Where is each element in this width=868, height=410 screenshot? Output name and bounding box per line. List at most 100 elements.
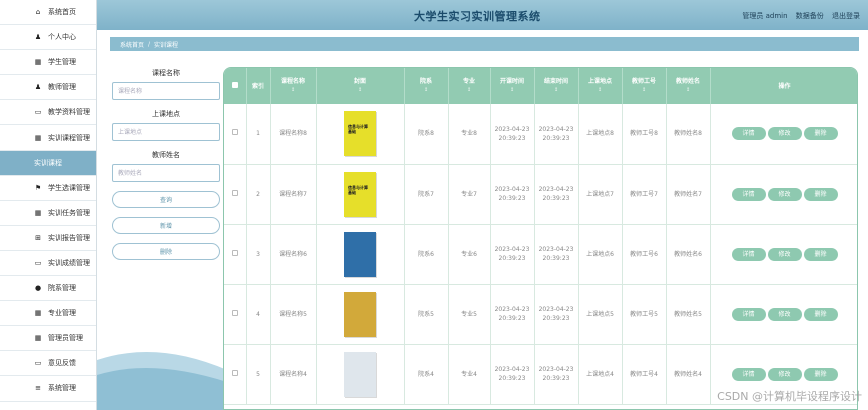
column-header[interactable]: 教师工号 ↕ bbox=[622, 68, 667, 104]
row-checkbox[interactable] bbox=[231, 189, 238, 196]
major: 专业6 bbox=[448, 224, 491, 285]
delete-button[interactable]: 删除 bbox=[803, 367, 838, 381]
row-select-cell bbox=[224, 104, 247, 165]
sidebar-item-14[interactable]: ▭ 意见反馈 bbox=[0, 351, 96, 377]
teacher-name: 教师姓名6 bbox=[666, 224, 711, 285]
delete-button[interactable]: 删除 bbox=[803, 307, 838, 321]
delete-button[interactable]: 删除 bbox=[803, 127, 838, 141]
edit-button[interactable]: 修改 bbox=[767, 247, 802, 261]
row-select-cell bbox=[224, 224, 247, 285]
grid-icon: ▦ bbox=[34, 58, 42, 67]
row-checkbox[interactable] bbox=[231, 369, 238, 376]
detail-button[interactable]: 详情 bbox=[731, 307, 766, 321]
sidebar-item-label: 系统管理 bbox=[48, 384, 76, 393]
course-table: 索引 课程名称 ↕ 封面 ↕ 院系 ↕ 专业 ↕ 开课时间 ↕ 结束时间 ↕ 上课地点 ↕ 教师工号 ↕ 教师姓名… bbox=[224, 68, 857, 405]
major: 专业7 bbox=[448, 164, 491, 225]
row-checkbox[interactable] bbox=[231, 249, 238, 256]
column-header[interactable]: 专业 ↕ bbox=[448, 68, 491, 104]
major: 专业5 bbox=[448, 284, 491, 345]
sidebar-item-11[interactable]: ● 院系管理 bbox=[0, 276, 96, 302]
breadcrumb-home[interactable]: 系统首页 bbox=[120, 40, 144, 49]
sidebar-item-10[interactable]: ▭ 实训成绩管理 bbox=[0, 251, 96, 277]
row-checkbox[interactable] bbox=[231, 129, 238, 136]
edit-button[interactable]: 修改 bbox=[767, 367, 802, 381]
end-time: 2023-04-23 20:39:23 bbox=[534, 344, 579, 405]
column-header[interactable]: 结束时间 ↕ bbox=[534, 68, 579, 104]
course-name-label: 课程名称 bbox=[152, 69, 180, 77]
edit-button[interactable]: 修改 bbox=[767, 307, 802, 321]
sidebar-item-5[interactable]: ▦ 实训课程管理 bbox=[0, 125, 96, 151]
sort-icon[interactable]: ↕ bbox=[535, 86, 578, 95]
query-button[interactable]: 查询 bbox=[112, 191, 220, 208]
actions-cell: 详情 修改 删除 bbox=[710, 224, 857, 285]
column-header-label: 封面 bbox=[353, 78, 366, 85]
sidebar-item-15[interactable]: ≡ 系统管理 bbox=[0, 376, 96, 402]
edit-button[interactable]: 修改 bbox=[767, 187, 802, 201]
row-checkbox[interactable] bbox=[231, 309, 238, 316]
sidebar-item-2[interactable]: ▦ 学生管理 bbox=[0, 50, 96, 76]
sidebar-item-label: 意见反馈 bbox=[48, 359, 76, 368]
sidebar-item-9[interactable]: ⊞ 实训报告管理 bbox=[0, 226, 96, 251]
sort-icon[interactable]: ↕ bbox=[579, 86, 622, 95]
sidebar-item-6[interactable]: 实训课程 bbox=[0, 150, 96, 176]
delete-button[interactable]: 删除 bbox=[803, 187, 838, 201]
column-header[interactable]: 院系 ↕ bbox=[404, 68, 449, 104]
batch-delete-button[interactable]: 删除 bbox=[112, 243, 220, 260]
teacher-id: 教师工号6 bbox=[622, 224, 667, 285]
course-name: 课程名称4 bbox=[270, 344, 317, 405]
grid-icon: ▦ bbox=[34, 334, 42, 343]
grid-icon: ▦ bbox=[34, 133, 42, 142]
major: 专业4 bbox=[448, 344, 491, 405]
row-index: 3 bbox=[246, 224, 271, 285]
sidebar-item-4[interactable]: ▭ 教学资料管理 bbox=[0, 100, 96, 126]
delete-button[interactable]: 删除 bbox=[803, 247, 838, 261]
sidebar-item-12[interactable]: ▦ 专业管理 bbox=[0, 301, 96, 327]
location: 上课地点5 bbox=[578, 284, 623, 345]
sort-icon[interactable]: ↕ bbox=[449, 86, 490, 95]
sidebar-item-label: 院系管理 bbox=[48, 284, 76, 293]
column-header[interactable]: 开课时间 ↕ bbox=[490, 68, 535, 104]
add-button[interactable]: 新增 bbox=[112, 217, 220, 234]
end-time: 2023-04-23 20:39:23 bbox=[534, 284, 579, 345]
sidebar-item-0[interactable]: ⌂ 系统首页 bbox=[0, 0, 96, 26]
cover-cell bbox=[316, 344, 405, 405]
start-time: 2023-04-23 20:39:23 bbox=[490, 284, 535, 345]
sidebar-item-7[interactable]: ⚑ 学生选课管理 bbox=[0, 176, 96, 201]
sort-icon[interactable]: ↕ bbox=[667, 86, 710, 95]
sort-icon[interactable]: ↕ bbox=[405, 86, 448, 95]
logout-link[interactable]: 退出登录 bbox=[832, 12, 860, 20]
sort-icon[interactable]: ↕ bbox=[623, 86, 666, 95]
decorative-wave bbox=[97, 330, 227, 410]
column-header-label: 课程名称 bbox=[280, 78, 305, 85]
start-time: 2023-04-23 20:39:23 bbox=[490, 344, 535, 405]
cover-cell: 信息与计算 基础 bbox=[316, 104, 405, 165]
column-header[interactable]: 教师姓名 ↕ bbox=[666, 68, 711, 104]
detail-button[interactable]: 详情 bbox=[731, 247, 766, 261]
detail-button[interactable]: 详情 bbox=[731, 367, 766, 381]
row-select-cell bbox=[224, 284, 247, 345]
detail-button[interactable]: 详情 bbox=[731, 187, 766, 201]
column-header[interactable]: 封面 ↕ bbox=[316, 68, 405, 104]
detail-button[interactable]: 详情 bbox=[731, 127, 766, 141]
sidebar-item-8[interactable]: ▦ 实训任务管理 bbox=[0, 201, 96, 226]
column-header[interactable]: 上课地点 ↕ bbox=[578, 68, 623, 104]
sort-icon[interactable]: ↕ bbox=[271, 86, 316, 95]
select-all-checkbox[interactable] bbox=[231, 81, 238, 88]
edit-button[interactable]: 修改 bbox=[767, 127, 802, 141]
actions-cell: 详情 修改 删除 bbox=[710, 104, 857, 165]
course-name-input[interactable] bbox=[112, 82, 220, 100]
sort-icon[interactable]: ↕ bbox=[491, 86, 534, 95]
sidebar-item-3[interactable]: ♟ 教师管理 bbox=[0, 75, 96, 101]
teacher-name-input[interactable] bbox=[112, 164, 220, 182]
sidebar-item-1[interactable]: ♟ 个人中心 bbox=[0, 25, 96, 51]
backup-link[interactable]: 数据备份 bbox=[796, 12, 824, 20]
actions-cell: 详情 修改 删除 bbox=[710, 284, 857, 345]
column-header[interactable]: 课程名称 ↕ bbox=[270, 68, 317, 104]
sort-icon[interactable]: ↕ bbox=[317, 86, 404, 95]
teacher-name: 教师姓名7 bbox=[666, 164, 711, 225]
location-input[interactable] bbox=[112, 123, 220, 141]
cover-image bbox=[344, 231, 376, 277]
column-header-label: 院系 bbox=[419, 78, 432, 85]
column-header-label: 教师姓名 bbox=[675, 78, 700, 85]
sidebar-item-13[interactable]: ▦ 管理员管理 bbox=[0, 326, 96, 352]
